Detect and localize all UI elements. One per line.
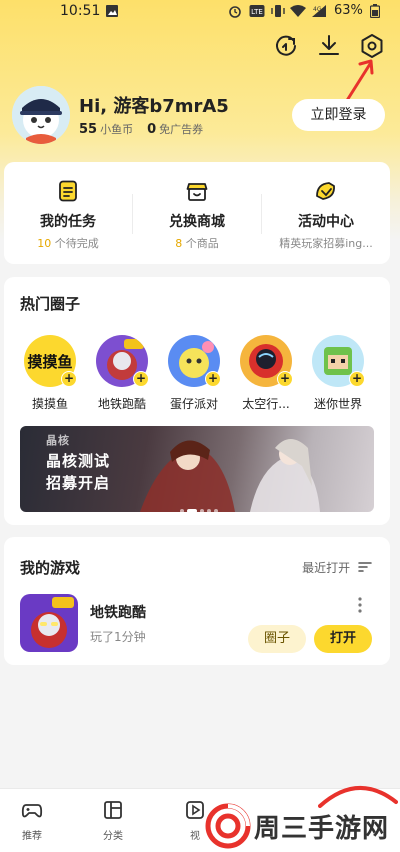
hot-circles-card: 热门圈子 摸摸鱼 + 摸摸鱼 + 地铁跑酷 + 蛋仔派对 + 太空行... + …: [4, 277, 390, 525]
join-plus-icon[interactable]: +: [61, 371, 77, 387]
task-list-icon: [59, 180, 77, 202]
game-circle-button[interactable]: 圈子: [248, 625, 306, 653]
quick-links-card: 我的任务 10 个待完成 兑换商城 8 个商品 活动中心 精英玩家招募ing..…: [4, 162, 390, 264]
vibrate-icon: [271, 5, 285, 17]
nav-item-recommend[interactable]: 推荐: [12, 799, 52, 842]
login-button[interactable]: 立即登录: [292, 99, 385, 131]
quick-link-shop[interactable]: 兑换商城 8 个商品: [133, 162, 261, 264]
alarm-icon: [229, 6, 241, 18]
banner-line1: 晶核测试: [46, 452, 111, 470]
red-swoosh-icon: [318, 786, 398, 808]
nav-item-category[interactable]: 分类: [93, 799, 133, 842]
quick-link-title: 兑换商城: [169, 214, 225, 230]
circle-name: 蛋仔派对: [169, 397, 218, 411]
banner-line2: 招募开启: [46, 474, 111, 492]
game-icon[interactable]: [20, 594, 78, 652]
site-watermark: 周三手游网: [198, 786, 400, 852]
user-stats: 55 小鱼币 0 免广告券: [79, 121, 203, 137]
circle-item[interactable]: + 太空行...: [230, 335, 302, 415]
quick-link-title: 活动中心: [298, 214, 354, 230]
user-greeting: Hi, 游客b7mrA5: [79, 96, 229, 117]
quick-link-tasks[interactable]: 我的任务 10 个待完成: [4, 162, 132, 264]
sort-label: 最近打开: [302, 561, 351, 575]
volte-icon: LTE: [249, 5, 265, 17]
join-plus-icon[interactable]: +: [277, 371, 293, 387]
watermark-logo-icon: [205, 803, 251, 849]
settings-icon[interactable]: [358, 32, 386, 60]
join-plus-icon[interactable]: +: [349, 371, 365, 387]
shop-icon: [186, 183, 208, 201]
cat-avatar-icon: [12, 86, 70, 144]
ad-free-label: 免广告券: [159, 123, 204, 136]
circle-item[interactable]: 摸摸鱼 + 摸摸鱼: [14, 335, 86, 415]
join-plus-icon[interactable]: +: [205, 371, 221, 387]
sort-selector[interactable]: 最近打开: [302, 559, 372, 576]
ad-free-count: 0: [147, 122, 157, 137]
nav-label: 分类: [103, 831, 123, 842]
circle-item[interactable]: + 迷你世界: [302, 335, 374, 415]
checkin-icon[interactable]: [272, 32, 300, 60]
fish-coin-label: 小鱼币: [100, 123, 134, 136]
watermark-text: 周三手游网: [254, 814, 390, 844]
svg-text:摸摸鱼: 摸摸鱼: [27, 353, 72, 371]
circle-item[interactable]: + 蛋仔派对: [158, 335, 230, 415]
game-open-button[interactable]: 打开: [314, 625, 372, 653]
status-bar: 10:51 LTE 4G 63%: [0, 0, 400, 24]
join-plus-icon[interactable]: +: [133, 371, 149, 387]
circle-name: 迷你世界: [313, 397, 362, 411]
megaphone-icon: [316, 182, 335, 200]
svg-text:4G: 4G: [313, 6, 322, 13]
nav-label: 推荐: [22, 831, 42, 842]
my-games-card: 我的游戏 最近打开 地铁跑酷 玩了1分钟 圈子 打开: [4, 537, 390, 665]
sort-icon: [358, 562, 372, 572]
banner-logo-text: 晶核: [46, 434, 70, 447]
circle-name: 太空行...: [242, 397, 290, 411]
circle-name: 摸摸鱼: [31, 397, 68, 411]
svg-text:LTE: LTE: [251, 8, 263, 16]
my-games-title: 我的游戏: [20, 559, 81, 577]
download-icon[interactable]: [315, 32, 343, 60]
battery-percent: 63%: [334, 3, 363, 18]
circle-name: 地铁跑酷: [97, 397, 146, 411]
gallery-notification-icon: [106, 5, 118, 17]
fish-coin-count: 55: [79, 122, 98, 137]
category-icon: [104, 801, 122, 819]
quick-link-subtitle: 精英玩家招募ing...: [279, 237, 373, 250]
game-playtime: 玩了1分钟: [90, 630, 146, 644]
more-options-icon[interactable]: [358, 597, 362, 613]
status-time: 10:51: [60, 3, 101, 19]
user-avatar[interactable]: [12, 86, 70, 144]
quick-link-activity[interactable]: 活动中心 精英玩家招募ing...: [262, 162, 390, 264]
quick-link-subtitle: 8 个商品: [175, 237, 219, 250]
hot-circles-title: 热门圈子: [20, 295, 81, 313]
quick-link-subtitle: 10 个待完成: [37, 237, 99, 250]
promo-banner[interactable]: 晶核 晶核测试 招募开启: [20, 426, 374, 512]
battery-icon: [370, 4, 380, 18]
banner-pager: [180, 498, 221, 512]
quick-link-title: 我的任务: [40, 214, 96, 230]
wifi-icon: [290, 5, 306, 17]
circle-item[interactable]: + 地铁跑酷: [86, 335, 158, 415]
gamepad-icon: [21, 804, 43, 818]
annotation-arrow: [344, 59, 374, 104]
signal-4g-icon: 4G: [312, 5, 326, 17]
game-name: 地铁跑酷: [90, 605, 146, 621]
